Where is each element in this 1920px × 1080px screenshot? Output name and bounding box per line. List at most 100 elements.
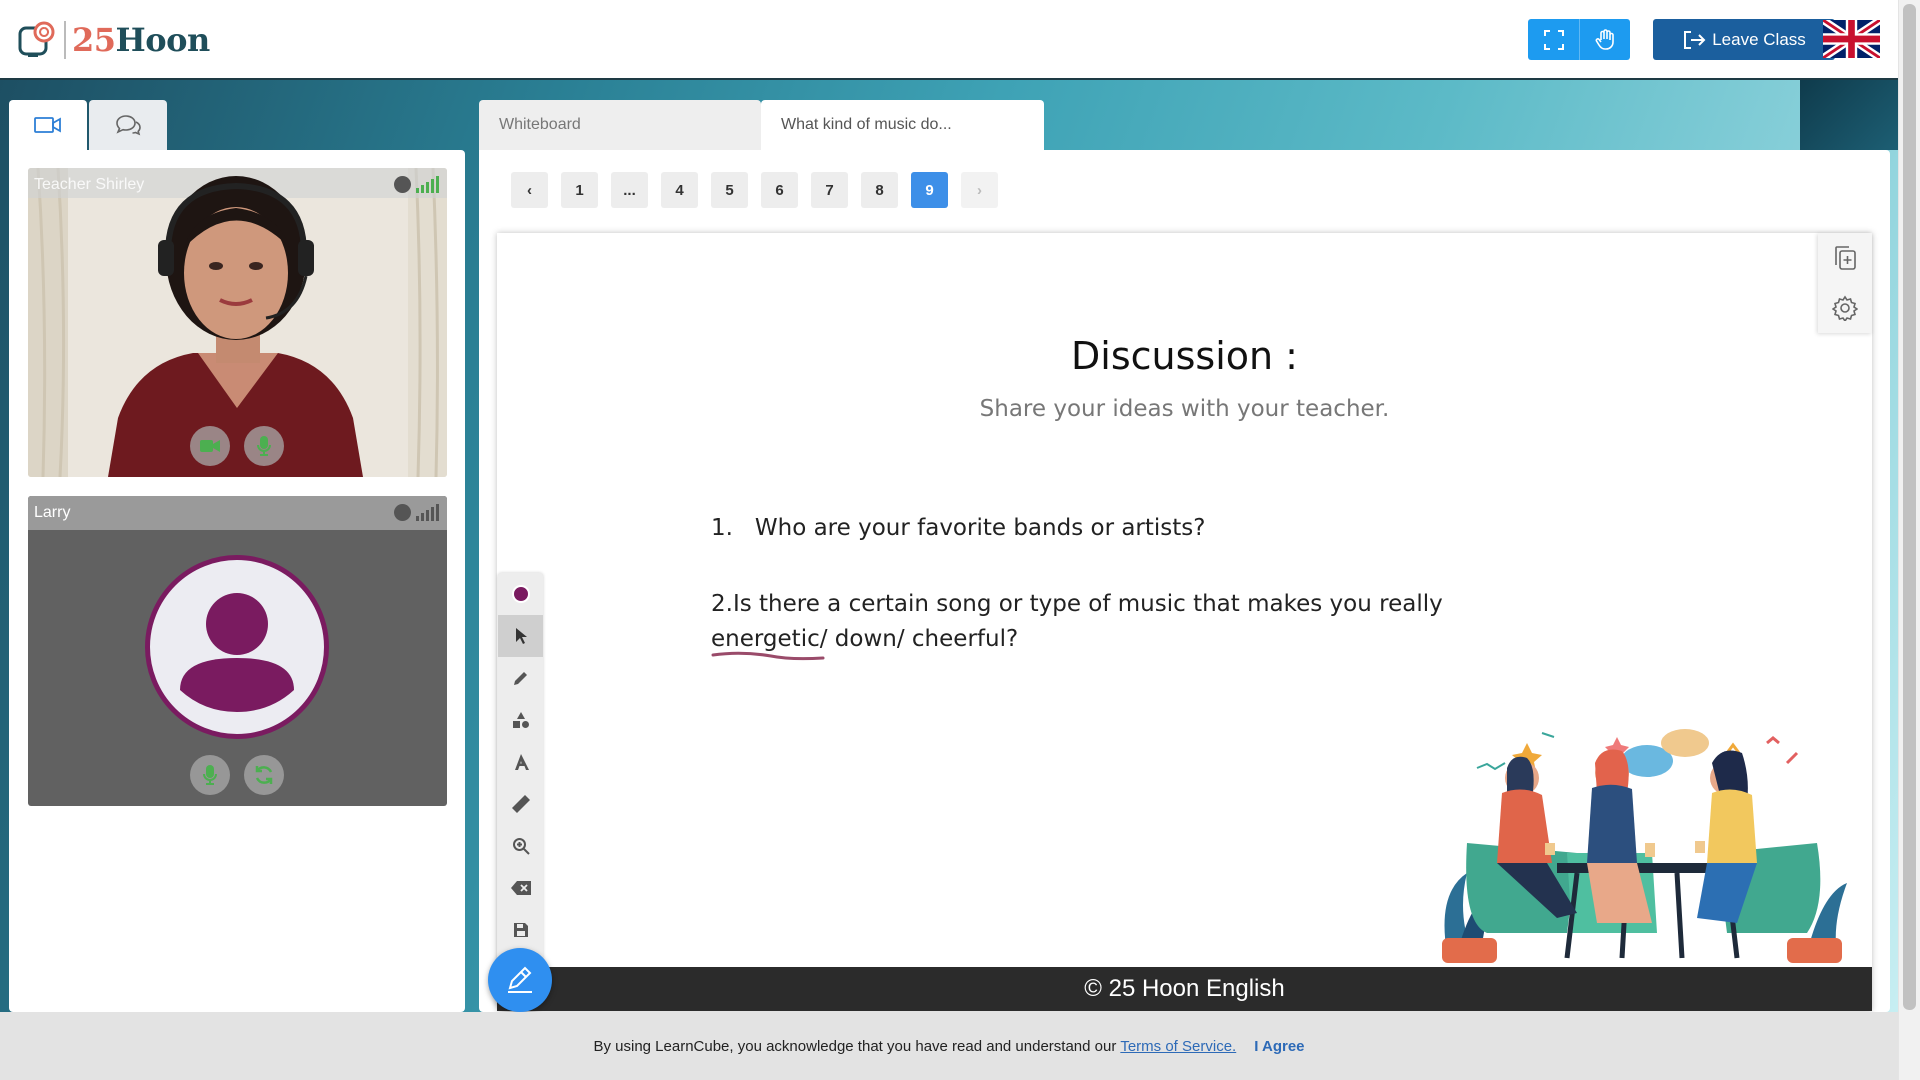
signal-strength-icon [416,176,439,193]
slide-title: Discussion : [1071,334,1298,378]
hand-icon [1595,28,1614,50]
leave-class-button[interactable]: Leave Class [1653,19,1835,60]
participant-name-teacher: Teacher Shirley [34,176,145,193]
logo-icon [18,20,58,60]
user-avatar-icon [180,593,294,712]
agree-button[interactable]: I Agree [1254,1038,1304,1055]
slide-footer: © 25 Hoon English [497,967,1872,1011]
question-1-number: 1. [711,515,733,541]
page-button-4[interactable]: 4 [661,172,698,208]
drawing-mode-button[interactable] [488,948,552,1012]
recording-dot-icon [394,504,411,521]
pagination-next-button[interactable]: › [961,172,998,208]
annotation-stroke [711,651,825,661]
chat-icon [116,115,141,136]
tab-video[interactable] [9,100,87,150]
header-button-group [1528,19,1630,60]
logo-text: 25Hoon [72,21,210,59]
add-page-button[interactable] [1818,233,1872,283]
camera-icon [200,440,220,452]
tab-whiteboard-label: Whiteboard [499,116,581,133]
page-button-ellipsis[interactable]: ... [611,172,648,208]
slide-side-tools [1818,233,1872,333]
backspace-icon [510,881,531,895]
page-button-6[interactable]: 6 [761,172,798,208]
avatar [145,555,329,739]
tab-whiteboard[interactable]: Whiteboard [479,100,761,150]
question-2: 2.Is there a certain song or type of mus… [711,587,1471,661]
video-tile-student[interactable]: Larry [28,496,447,806]
exit-icon [1684,30,1706,49]
logo-number: 25 [72,21,116,59]
participant-name-bar [28,496,447,530]
camera-toggle-button[interactable] [190,426,230,466]
text-icon [514,754,529,770]
teacher-video-feed [28,168,447,477]
terms-of-service-link[interactable]: Terms of Service. [1120,1038,1236,1055]
pagination-prev-button[interactable]: ‹ [511,172,548,208]
color-dot-icon [511,585,530,603]
pencil-icon [513,672,527,685]
save-icon [513,923,528,937]
pointer-icon [515,628,527,644]
slide-canvas[interactable]: Discussion : Share your ideas with your … [497,233,1872,1011]
mic-toggle-button[interactable] [190,755,230,795]
video-camera-icon [34,117,61,133]
tab-lesson[interactable]: What kind of music do... [761,100,1044,150]
tab-chat[interactable] [89,100,167,150]
pen-tool-button[interactable] [498,657,543,699]
shapes-icon [512,712,529,728]
copy-add-icon [1835,246,1856,270]
signal-strength-icon [416,504,439,521]
recording-dot-icon [394,176,411,193]
ruler-tool-button[interactable] [498,783,543,825]
video-tile-teacher[interactable]: Teacher Shirley [28,168,447,477]
zoom-tool-button[interactable] [498,825,543,867]
uk-flag-icon[interactable] [1820,16,1883,62]
zoom-in-icon [512,838,530,855]
refresh-icon [255,766,273,784]
gear-icon [1832,295,1858,321]
cookie-consent-bar: By using LearnCube, you acknowledge that… [0,1012,1898,1080]
sidebar-tabs [9,100,167,150]
scrollbar-thumb[interactable] [1903,4,1916,1010]
slide-subtitle: Share your ideas with your teacher. [979,396,1390,422]
save-tool-button[interactable] [498,909,543,951]
logo[interactable]: 25Hoon [18,18,210,62]
page-button-9[interactable]: 9 [911,172,948,208]
participant-name-student: Larry [34,504,71,521]
shapes-tool-button[interactable] [498,699,543,741]
mic-toggle-button[interactable] [244,426,284,466]
text-tool-button[interactable] [498,741,543,783]
page-button-7[interactable]: 7 [811,172,848,208]
ruler-icon [511,795,530,813]
pen-edit-icon [508,966,532,993]
question-1: 1. Who are your favorite bands or artist… [711,511,1205,546]
tab-lesson-label: What kind of music do... [781,116,952,133]
refresh-button[interactable] [244,755,284,795]
question-2-line1: 2.Is there a certain song or type of mus… [711,591,1443,617]
color-picker-button[interactable] [498,573,543,615]
page-button-8[interactable]: 8 [861,172,898,208]
raise-hand-button[interactable] [1579,19,1630,60]
question-2-rest: / down/ cheerful? [819,626,1019,652]
logo-divider [64,21,66,59]
page-button-1[interactable]: 1 [561,172,598,208]
logo-word: Hoon [115,21,211,59]
leave-class-label: Leave Class [1712,29,1806,49]
fullscreen-button[interactable] [1528,19,1579,60]
pagination: ‹ 1 ... 4 5 6 7 8 9 › [511,172,998,208]
select-tool-button[interactable] [498,615,543,657]
question-1-text: Who are your favorite bands or artists? [754,515,1206,541]
page-button-5[interactable]: 5 [711,172,748,208]
friends-illustration [1442,729,1847,963]
microphone-icon [257,436,271,456]
top-header: 25Hoon Leave Class [0,0,1898,80]
eraser-tool-button[interactable] [498,867,543,909]
microphone-icon [203,765,217,785]
cookie-text: By using LearnCube, you acknowledge that… [593,1037,1117,1055]
settings-button[interactable] [1818,283,1872,333]
page-scrollbar[interactable] [1898,0,1920,1080]
fullscreen-icon [1543,29,1564,50]
drawing-toolbar [498,573,543,973]
